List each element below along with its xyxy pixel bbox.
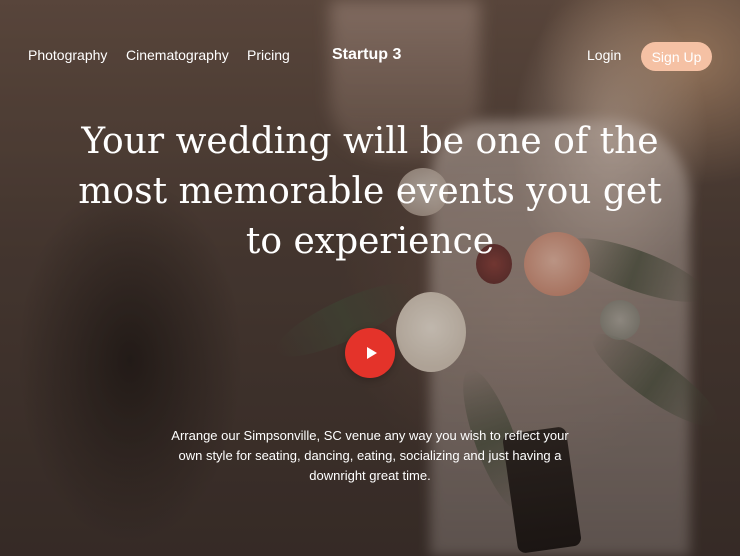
play-video-button[interactable] <box>345 328 395 378</box>
nav-link-cinematography[interactable]: Cinematography <box>126 47 229 63</box>
play-icon <box>366 347 377 359</box>
brand-logo[interactable]: Startup 3 <box>332 46 401 64</box>
hero-section: Photography Cinematography Pricing Start… <box>0 0 740 556</box>
top-nav: Photography Cinematography Pricing Start… <box>0 0 740 112</box>
nav-link-pricing[interactable]: Pricing <box>247 47 290 63</box>
hero-description: Arrange our Simpsonville, SC venue any w… <box>171 428 569 483</box>
hero-headline: Your wedding will be one of the most mem… <box>78 121 662 262</box>
signup-button[interactable]: Sign Up <box>641 42 712 71</box>
nav-link-photography[interactable]: Photography <box>28 47 107 63</box>
login-link[interactable]: Login <box>587 47 621 63</box>
